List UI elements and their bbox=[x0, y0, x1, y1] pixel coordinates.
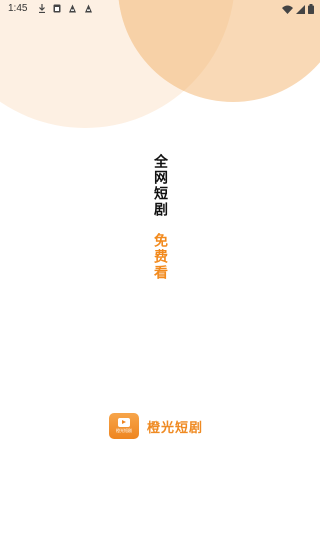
splash-screen: 1:45 全网短剧 免费看 橙光短剧 橙光短剧 bbox=[0, 0, 320, 533]
status-icons-left bbox=[38, 4, 93, 13]
status-bar: 1:45 bbox=[0, 0, 320, 18]
download-icon bbox=[39, 4, 45, 13]
app-name: 橙光短剧 bbox=[147, 420, 204, 436]
status-icons-right bbox=[282, 4, 314, 14]
app-logo-icon: 橙光短剧 bbox=[109, 413, 139, 439]
app-logo-label: 橙光短剧 bbox=[116, 427, 132, 433]
brand-lockup: 橙光短剧 橙光短剧 bbox=[109, 413, 203, 439]
play-icon bbox=[118, 417, 130, 427]
slogan-secondary: 免费看 bbox=[152, 233, 168, 281]
signal-icon bbox=[296, 4, 305, 14]
status-time: 1:45 bbox=[8, 3, 28, 14]
sim-icon bbox=[53, 4, 61, 13]
wifi-icon bbox=[282, 5, 293, 14]
battery-icon bbox=[308, 4, 314, 14]
a-icon bbox=[69, 4, 76, 13]
slogan-primary: 全网短剧 bbox=[152, 154, 168, 218]
decorative-circle-overlap bbox=[118, 0, 235, 102]
a-icon bbox=[85, 4, 92, 13]
